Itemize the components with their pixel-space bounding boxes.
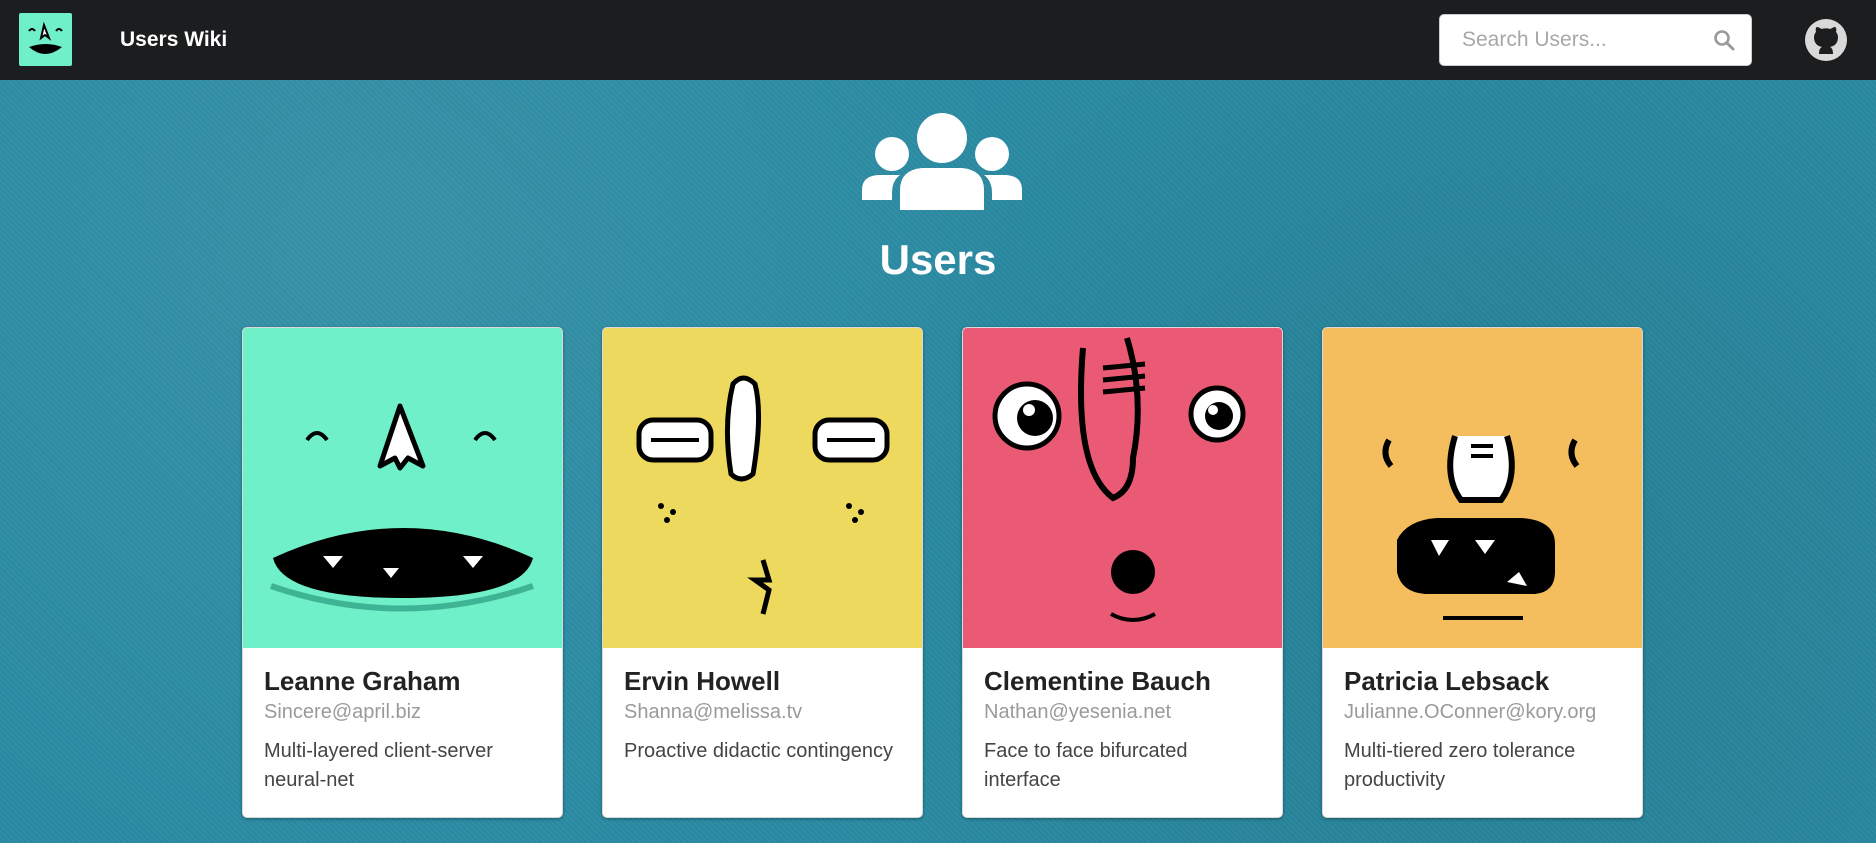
user-email: Shanna@melissa.tv [624,701,803,723]
user-catchphrase: Multi-tiered zero tolerance productivity [1344,740,1576,791]
search-box [1439,14,1752,66]
user-email: Julianne.OConner@kory.org [1344,701,1597,723]
user-card[interactable]: Leanne Graham Sincere@april.biz Multi-la… [242,327,563,818]
monster-face-sleepy-icon [603,328,922,648]
page-title: Users [879,236,997,283]
user-card[interactable]: Patricia Lebsack Julianne.OConner@kory.o… [1322,327,1643,818]
user-catchphrase: Face to face bifurcated interface [984,740,1188,791]
user-card-body: Clementine Bauch Nathan@yesenia.net Face… [984,666,1264,795]
user-name[interactable]: Leanne Graham [264,666,544,696]
user-catchphrase: Proactive didactic contingency [624,740,894,762]
user-card-body: Leanne Graham Sincere@april.biz Multi-la… [264,666,544,795]
search-icon[interactable] [1713,29,1735,51]
user-email: Sincere@april.biz [264,701,422,723]
user-name[interactable]: Clementine Bauch [984,666,1264,696]
monster-face-surprised-icon [963,328,1282,648]
app-title[interactable]: Users Wiki [120,26,227,54]
monster-face-shout-icon [1323,328,1642,648]
user-card-body: Ervin Howell Shanna@melissa.tv Proactive… [624,666,904,766]
monster-face-logo-icon[interactable] [19,13,72,66]
user-name[interactable]: Ervin Howell [624,666,904,696]
user-card[interactable]: Ervin Howell Shanna@melissa.tv Proactive… [602,327,923,818]
user-email: Nathan@yesenia.net [984,701,1172,723]
github-icon[interactable] [1804,18,1848,62]
user-name[interactable]: Patricia Lebsack [1344,666,1624,696]
user-catchphrase: Multi-layered client-server neural-net [264,740,493,791]
search-input[interactable] [1440,15,1700,65]
user-card[interactable]: Clementine Bauch Nathan@yesenia.net Face… [962,327,1283,818]
navbar: Users Wiki [0,0,1876,80]
user-card-body: Patricia Lebsack Julianne.OConner@kory.o… [1344,666,1624,795]
monster-face-grin-icon [243,328,562,648]
users-group-icon [862,113,1022,210]
